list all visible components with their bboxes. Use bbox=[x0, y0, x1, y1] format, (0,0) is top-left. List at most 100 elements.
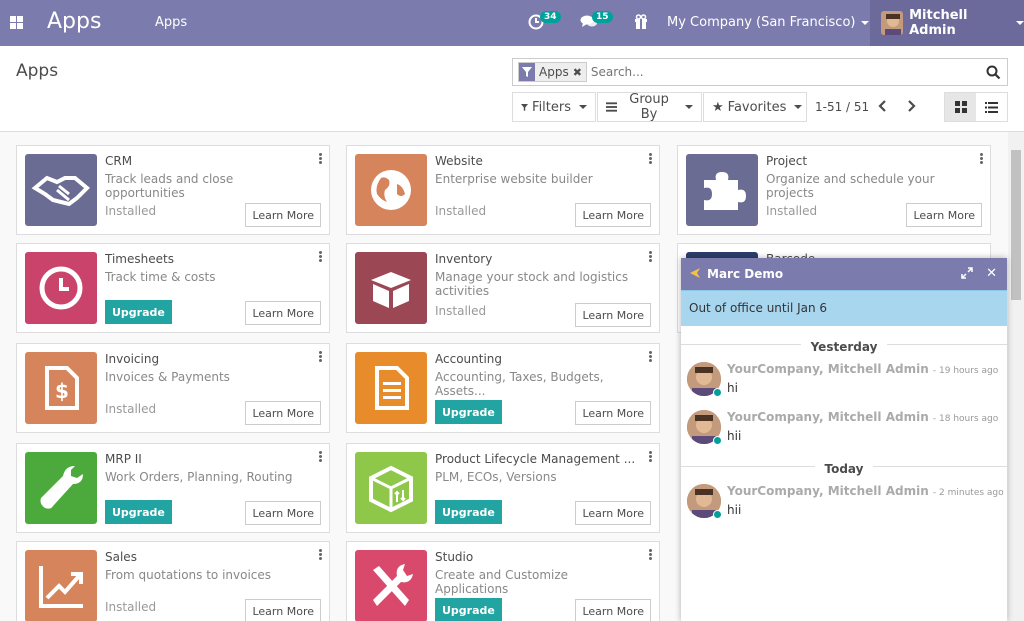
learn-more-button[interactable]: Learn More bbox=[575, 203, 651, 227]
kebab-menu-icon[interactable] bbox=[649, 251, 652, 263]
app-status: Installed bbox=[105, 600, 157, 614]
app-name: Sales bbox=[105, 550, 137, 564]
chat-message: YourCompany, Mitchell Admin - 18 hours a… bbox=[681, 404, 1007, 452]
message-body: hii bbox=[727, 429, 742, 443]
app-name: Inventory bbox=[435, 252, 493, 266]
message-author: YourCompany, Mitchell Admin - 2 minutes … bbox=[727, 484, 1004, 498]
upgrade-button[interactable]: Upgrade bbox=[435, 500, 502, 524]
kebab-menu-icon[interactable] bbox=[319, 451, 322, 463]
group-by-button[interactable]: Group By bbox=[597, 92, 702, 122]
upgrade-button[interactable]: Upgrade bbox=[105, 500, 172, 524]
learn-more-button[interactable]: Learn More bbox=[575, 303, 651, 327]
app-summary: Accounting, Taxes, Budgets, Assets... bbox=[435, 370, 604, 398]
upgrade-button[interactable]: Upgrade bbox=[435, 400, 502, 424]
message-author: YourCompany, Mitchell Admin - 19 hours a… bbox=[727, 362, 998, 376]
app-summary: Organize and schedule your projects bbox=[766, 172, 935, 200]
app-summary: Invoices & Payments bbox=[105, 370, 230, 384]
kanban-view-button[interactable] bbox=[945, 93, 976, 121]
app-status: Installed bbox=[105, 204, 157, 218]
app-card-website[interactable]: Website Enterprise website builder Insta… bbox=[346, 145, 660, 235]
kebab-menu-icon[interactable] bbox=[319, 549, 322, 561]
app-name: MRP II bbox=[105, 452, 142, 466]
upgrade-button[interactable]: Upgrade bbox=[435, 598, 502, 621]
app-card-timesheets[interactable]: Timesheets Track time & costs Upgrade Le… bbox=[16, 243, 330, 333]
gift-icon bbox=[635, 14, 647, 29]
app-status: Installed bbox=[766, 204, 818, 218]
tools-icon bbox=[355, 550, 427, 621]
app-card-invoicing[interactable]: $ Invoicing Invoices & Payments Installe… bbox=[16, 343, 330, 433]
day-label: Yesterday bbox=[800, 340, 888, 354]
close-icon[interactable]: ✖ bbox=[573, 66, 586, 79]
kebab-menu-icon[interactable] bbox=[319, 251, 322, 263]
chevron-down-icon bbox=[861, 20, 870, 25]
gift-button[interactable] bbox=[634, 14, 648, 34]
messaging-button[interactable]: 15 bbox=[580, 11, 613, 34]
star-icon: ★ bbox=[712, 99, 724, 115]
app-summary: From quotations to invoices bbox=[105, 568, 272, 582]
scrollbar-thumb[interactable] bbox=[1011, 150, 1021, 300]
kebab-menu-icon[interactable] bbox=[319, 153, 322, 165]
app-card-crm[interactable]: CRM Track leads and close opportunities … bbox=[16, 145, 330, 235]
pager-value[interactable]: 1-51 / 51 bbox=[815, 100, 869, 114]
search-input[interactable] bbox=[590, 65, 971, 79]
app-card-plm[interactable]: Product Lifecycle Management ... PLM, EC… bbox=[346, 443, 660, 533]
menu-apps[interactable]: Apps bbox=[155, 15, 187, 30]
box-icon bbox=[355, 252, 427, 324]
app-card-sales[interactable]: Sales From quotations to invoices Instal… bbox=[16, 541, 330, 621]
learn-more-button[interactable]: Learn More bbox=[245, 301, 321, 325]
app-status: Installed bbox=[105, 402, 157, 416]
chevron-right-icon[interactable] bbox=[906, 98, 916, 117]
chat-header[interactable]: Marc Demo ✕ bbox=[681, 258, 1007, 290]
app-card-inventory[interactable]: Inventory Manage your stock and logistic… bbox=[346, 243, 660, 333]
search-icon[interactable] bbox=[986, 65, 1001, 84]
filter-icon bbox=[521, 103, 529, 111]
favorites-button[interactable]: ★ Favorites bbox=[703, 92, 807, 122]
svg-text:$: $ bbox=[55, 379, 69, 403]
expand-icon[interactable] bbox=[961, 267, 973, 282]
invoice-icon: $ bbox=[25, 352, 97, 424]
page-scrollbar[interactable] bbox=[1008, 132, 1024, 621]
app-root: Apps Apps 34 15 My Company (San Francisc… bbox=[0, 0, 1024, 621]
kebab-menu-icon[interactable] bbox=[319, 351, 322, 363]
user-menu[interactable]: Mitchell Admin bbox=[870, 0, 1024, 46]
clock-icon bbox=[25, 252, 97, 324]
learn-more-button[interactable]: Learn More bbox=[245, 599, 321, 621]
filter-icon bbox=[519, 63, 535, 81]
out-of-office-notice: Out of office until Jan 6 bbox=[681, 290, 1007, 326]
search-facet[interactable]: Apps ✖ bbox=[518, 62, 587, 82]
app-card-mrp[interactable]: MRP II Work Orders, Planning, Routing Up… bbox=[16, 443, 330, 533]
activity-button[interactable]: 34 bbox=[528, 11, 561, 34]
kebab-menu-icon[interactable] bbox=[980, 153, 983, 165]
filters-button[interactable]: Filters bbox=[512, 92, 596, 122]
app-name: Studio bbox=[435, 550, 474, 564]
chevron-down-icon bbox=[794, 105, 803, 109]
close-icon[interactable]: ✕ bbox=[986, 266, 997, 281]
message-body: hii bbox=[727, 503, 742, 517]
kebab-menu-icon[interactable] bbox=[649, 153, 652, 165]
learn-more-button[interactable]: Learn More bbox=[575, 401, 651, 425]
app-card-accounting[interactable]: Accounting Accounting, Taxes, Budgets, A… bbox=[346, 343, 660, 433]
wrench-icon bbox=[25, 452, 97, 524]
learn-more-button[interactable]: Learn More bbox=[245, 203, 321, 227]
learn-more-button[interactable]: Learn More bbox=[906, 203, 982, 227]
list-icon bbox=[606, 102, 618, 112]
learn-more-button[interactable]: Learn More bbox=[245, 401, 321, 425]
upgrade-button[interactable]: Upgrade bbox=[105, 300, 172, 324]
kebab-menu-icon[interactable] bbox=[649, 549, 652, 561]
app-card-project[interactable]: Project Organize and schedule your proje… bbox=[677, 145, 991, 235]
app-summary: Enterprise website builder bbox=[435, 172, 593, 186]
company-switcher[interactable]: My Company (San Francisco) bbox=[667, 15, 870, 30]
kebab-menu-icon[interactable] bbox=[649, 351, 652, 363]
search-bar[interactable]: Apps ✖ bbox=[512, 58, 1008, 86]
kebab-menu-icon[interactable] bbox=[649, 451, 652, 463]
learn-more-button[interactable]: Learn More bbox=[575, 501, 651, 525]
chevron-down-icon bbox=[685, 105, 693, 109]
list-view-button[interactable] bbox=[976, 93, 1007, 121]
app-card-studio[interactable]: Studio Create and Customize Applications… bbox=[346, 541, 660, 621]
learn-more-button[interactable]: Learn More bbox=[245, 501, 321, 525]
chevron-left-icon[interactable] bbox=[878, 98, 888, 117]
learn-more-button[interactable]: Learn More bbox=[575, 599, 651, 621]
online-status-icon bbox=[713, 510, 722, 519]
message-time: - 2 minutes ago bbox=[932, 488, 1004, 498]
app-menu-icon[interactable] bbox=[10, 16, 23, 29]
